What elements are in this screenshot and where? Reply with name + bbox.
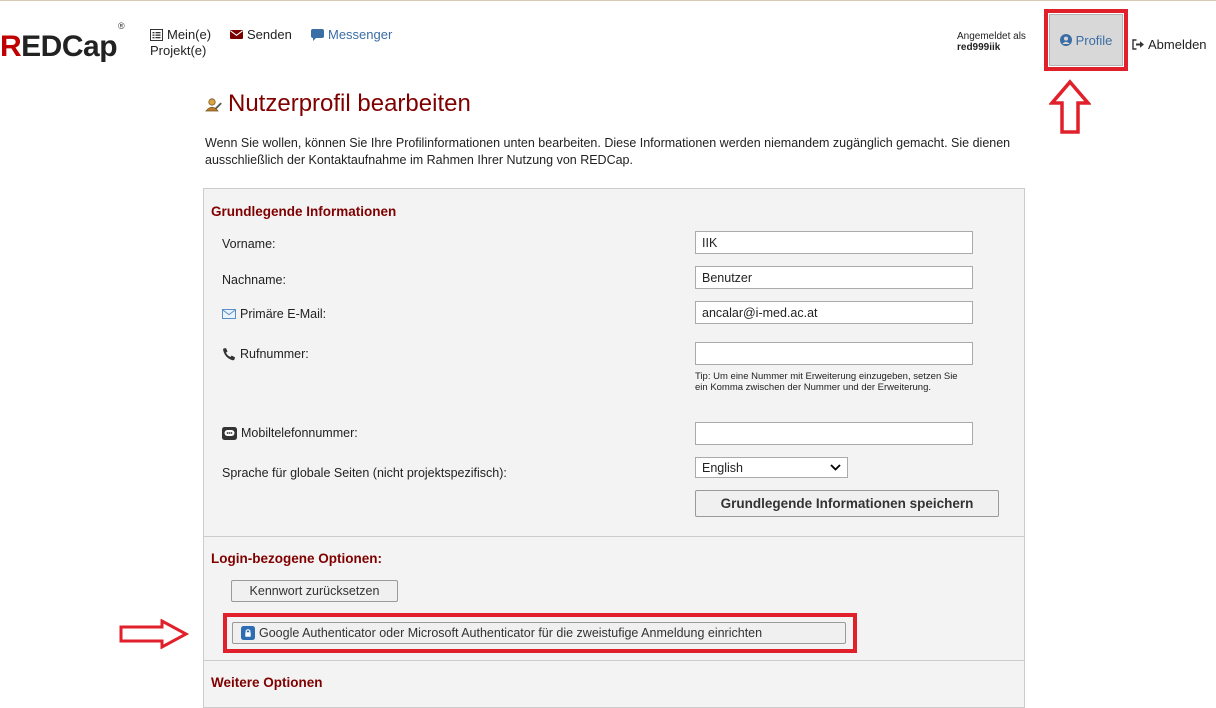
envelope-icon <box>230 30 243 39</box>
first-name-label: Vorname: <box>222 237 276 251</box>
section-divider <box>203 536 1025 537</box>
last-name-label: Nachname: <box>222 273 286 287</box>
two-factor-highlight-box <box>223 613 857 653</box>
logo-registered-mark: ® <box>118 21 125 31</box>
my-projects-link[interactable]: Mein(e) <box>150 27 211 42</box>
logged-in-label: Angemeldet als <box>957 31 1026 42</box>
redcap-logo[interactable]: REDCap® <box>0 21 125 64</box>
envelope-outline-icon <box>222 309 236 319</box>
my-projects-label-line2[interactable]: Projekt(e) <box>150 43 206 58</box>
first-name-input[interactable] <box>695 231 973 254</box>
user-edit-icon <box>205 97 222 111</box>
username: red999iik <box>957 42 1001 53</box>
email-input[interactable] <box>695 301 973 324</box>
section-divider-2 <box>203 660 1025 661</box>
phone-label: Rufnummer: <box>240 347 309 361</box>
reset-password-button[interactable]: Kennwort zurücksetzen <box>231 580 398 602</box>
intro-text: Wenn Sie wollen, können Sie Ihre Profili… <box>205 136 1011 167</box>
last-name-input[interactable] <box>695 266 973 289</box>
mobile-input[interactable] <box>695 422 973 445</box>
login-status: Angemeldet als red999iik <box>957 31 1026 53</box>
send-link[interactable]: Senden <box>230 27 292 42</box>
language-select[interactable]: English <box>695 457 848 478</box>
profile-highlight-box <box>1044 9 1128 71</box>
page-title-text: Nutzerprofil bearbeiten <box>228 90 471 117</box>
my-projects-label-line1: Mein(e) <box>167 27 212 42</box>
logout-label: Abmelden <box>1148 37 1207 52</box>
basic-info-title: Grundlegende Informationen <box>211 204 397 219</box>
login-options-title: Login-bezogene Optionen: <box>211 551 382 566</box>
messenger-label: Messenger <box>328 27 393 42</box>
list-icon <box>150 29 163 41</box>
logout-link[interactable]: Abmelden <box>1132 37 1207 52</box>
language-label: Sprache für globale Seiten (nicht projek… <box>222 466 507 480</box>
page-title: Nutzerprofil bearbeiten <box>205 90 471 118</box>
language-selected-value: English <box>702 460 743 475</box>
save-basic-info-button[interactable]: Grundlegende Informationen speichern <box>695 490 999 517</box>
messenger-link[interactable]: Messenger <box>311 27 392 42</box>
further-options-title: Weitere Optionen <box>211 675 323 690</box>
phone-tip: Tip: Um eine Nummer mit Erweiterung einz… <box>695 371 958 393</box>
phone-label-row: Rufnummer: <box>222 347 309 361</box>
email-label: Primäre E-Mail: <box>240 307 327 321</box>
mobile-label: Mobiltelefonnummer: <box>241 426 358 440</box>
phone-input[interactable] <box>695 342 973 365</box>
top-border <box>0 0 1216 1</box>
chat-bubble-icon <box>311 29 324 41</box>
logo-r-letter: R <box>0 30 22 63</box>
sign-out-icon <box>1132 39 1144 50</box>
mobile-phone-icon <box>222 426 237 440</box>
annotation-up-arrow <box>1049 79 1091 134</box>
mobile-label-row: Mobiltelefonnummer: <box>222 426 358 440</box>
logo-rest: EDCap <box>21 30 118 63</box>
chevron-down-icon <box>830 464 841 471</box>
phone-icon <box>223 347 235 360</box>
email-label-row: Primäre E-Mail: <box>222 307 326 321</box>
annotation-right-arrow <box>119 619 190 649</box>
send-label: Senden <box>247 27 292 42</box>
